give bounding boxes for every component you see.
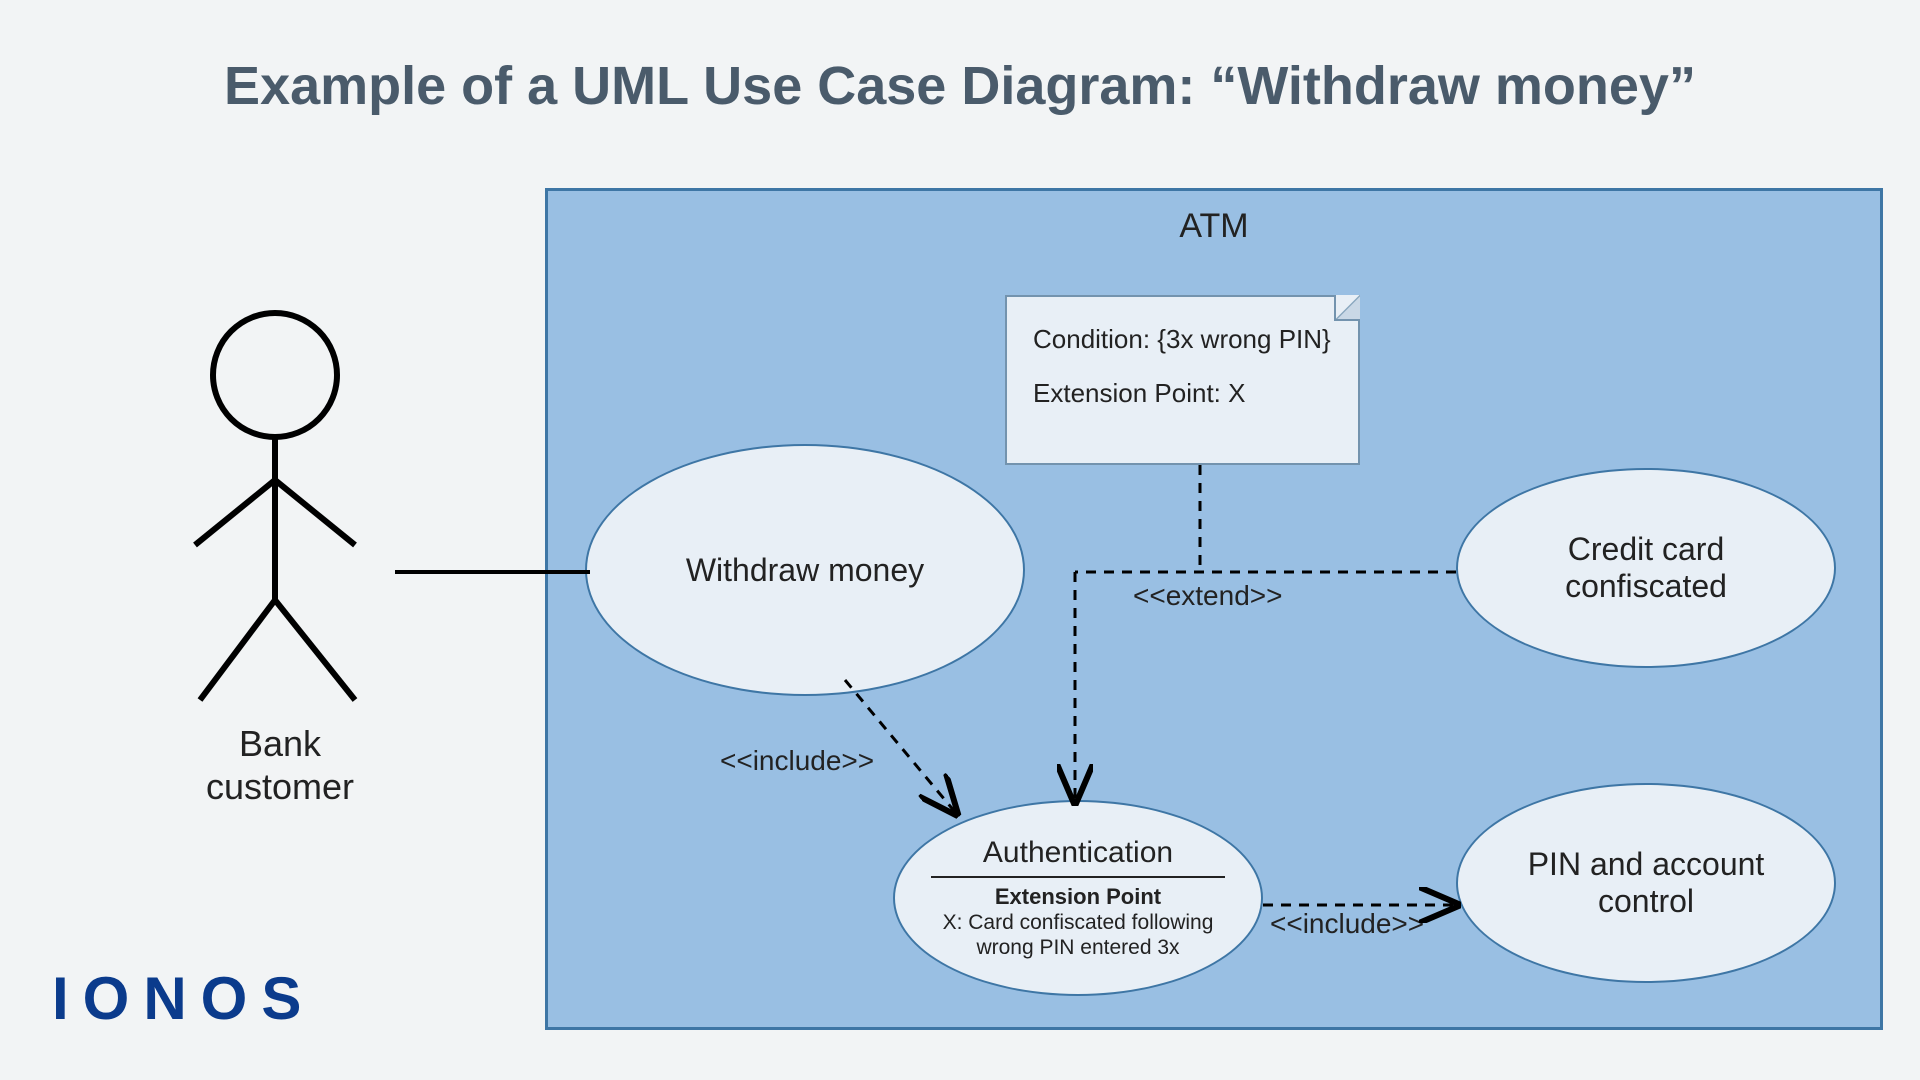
usecase-auth-title: Authentication — [983, 836, 1173, 870]
usecase-withdraw-money: Withdraw money — [585, 444, 1025, 696]
actor-label-text: Bank customer — [206, 723, 354, 807]
note-line-condition: Condition: {3x wrong PIN} — [1033, 319, 1332, 359]
note-line-extension-point: Extension Point: X — [1033, 373, 1332, 413]
usecase-auth-divider — [931, 876, 1225, 878]
relationship-include-label-2: <<include>> — [1270, 908, 1424, 940]
diagram-title: Example of a UML Use Case Diagram: “With… — [0, 55, 1920, 117]
relationship-include-label-1: <<include>> — [720, 745, 874, 777]
system-label: ATM — [548, 207, 1880, 246]
usecase-pin-label: PIN and account control — [1458, 846, 1834, 920]
condition-note: Condition: {3x wrong PIN} Extension Poin… — [1005, 295, 1360, 465]
usecase-credit-card-confiscated: Credit card confiscated — [1456, 468, 1836, 668]
usecase-credit-label: Credit card confiscated — [1458, 531, 1834, 605]
usecase-auth-ext-header: Extension Point — [995, 884, 1161, 910]
usecase-pin-account-control: PIN and account control — [1456, 783, 1836, 983]
actor-label: Bank customer — [170, 722, 390, 808]
relationship-extend-label: <<extend>> — [1133, 580, 1282, 612]
actor-icon — [195, 313, 355, 700]
usecase-withdraw-label: Withdraw money — [686, 552, 924, 589]
usecase-authentication: Authentication Extension Point X: Card c… — [893, 800, 1263, 996]
note-fold-icon — [1334, 295, 1360, 321]
usecase-auth-ext-body: X: Card confiscated following wrong PIN … — [931, 910, 1225, 960]
brand-logo: IONOS — [52, 964, 315, 1033]
diagram-canvas: Example of a UML Use Case Diagram: “With… — [0, 0, 1920, 1080]
